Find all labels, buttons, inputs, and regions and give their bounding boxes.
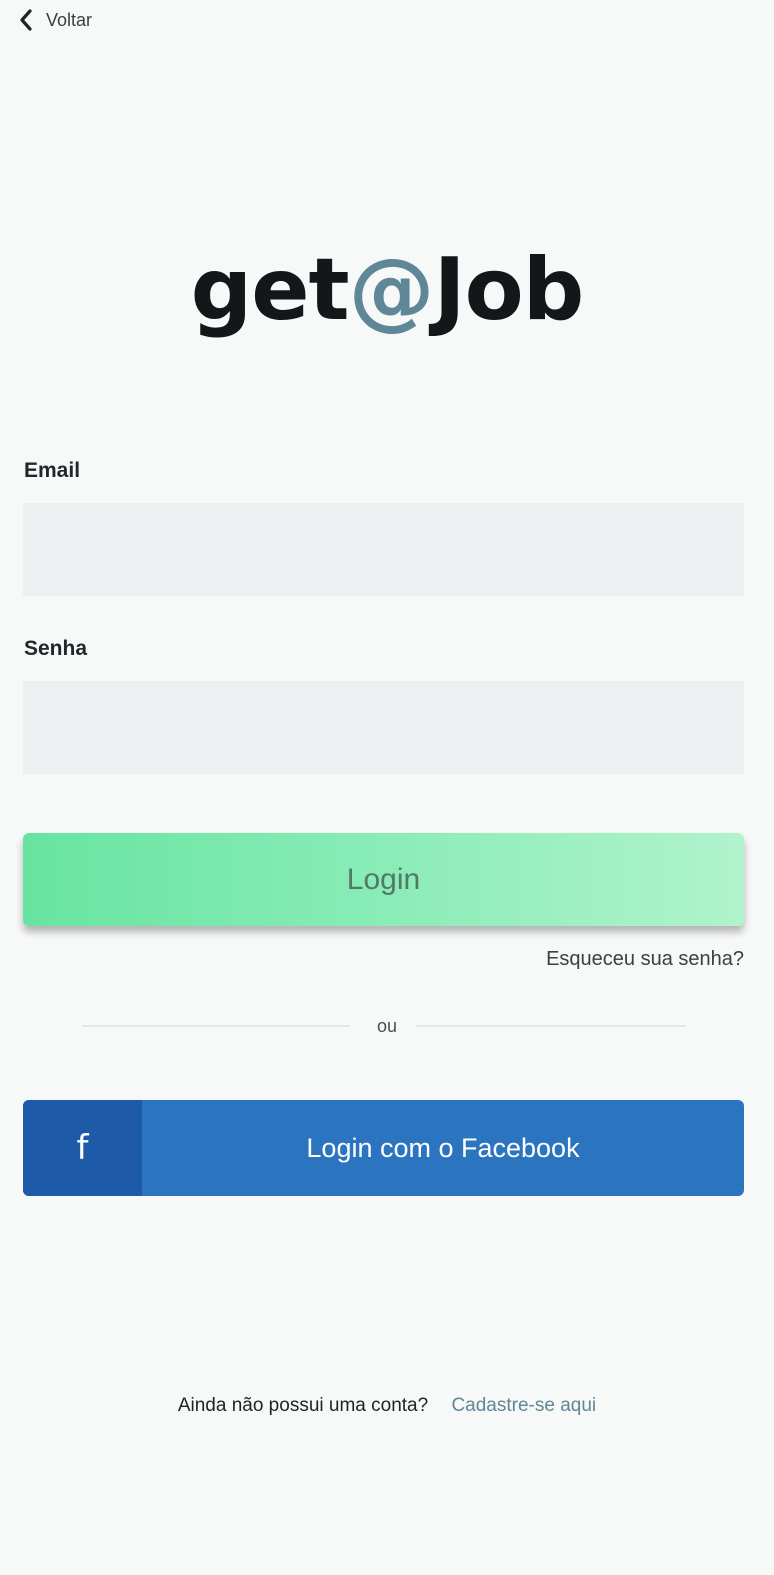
logo-text-get: get: [190, 240, 350, 340]
logo-at-sign: @: [348, 240, 435, 340]
signup-prompt: Ainda não possui uma conta? Cadastre-se …: [0, 1395, 774, 1417]
login-button[interactable]: Login: [23, 833, 744, 926]
password-label: Senha: [24, 637, 88, 660]
facebook-login-label: Login com o Facebook: [306, 1132, 580, 1163]
facebook-login-button[interactable]: f Login com o Facebook: [23, 1100, 744, 1196]
email-input[interactable]: [23, 503, 744, 596]
divider-line-right: [416, 1025, 686, 1027]
password-input[interactable]: [23, 681, 744, 774]
facebook-icon: f: [76, 1128, 89, 1168]
facebook-icon-box: f: [23, 1100, 142, 1196]
app-logo: get@Job: [0, 240, 774, 340]
email-label: Email: [24, 459, 81, 482]
signup-link[interactable]: Cadastre-se aqui: [451, 1395, 596, 1416]
login-button-label: Login: [346, 862, 421, 896]
logo-text-job: Job: [433, 240, 585, 340]
forgot-password-link[interactable]: Esqueceu sua senha?: [546, 948, 744, 971]
chevron-left-icon: [20, 9, 32, 31]
back-button[interactable]: Voltar: [18, 6, 92, 34]
signup-question: Ainda não possui uma conta?: [177, 1395, 429, 1416]
back-label: Voltar: [46, 9, 93, 30]
